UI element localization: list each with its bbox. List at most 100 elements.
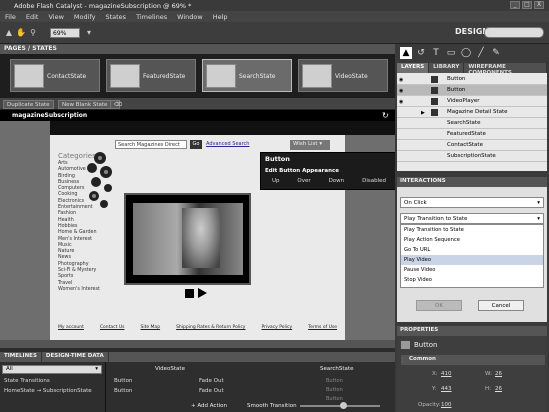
effect-item[interactable]: Fade Out bbox=[195, 377, 315, 387]
tab-timelines[interactable]: TIMELINES bbox=[0, 352, 42, 362]
pencil-tool-icon[interactable]: ✎ bbox=[490, 47, 502, 59]
transition-row[interactable]: HomeState → SubscriptionState bbox=[0, 387, 105, 397]
text-tool-icon[interactable]: T bbox=[430, 47, 442, 59]
footer-link[interactable]: Site Map bbox=[140, 325, 160, 335]
smooth-transition-button[interactable]: Smooth Transition bbox=[247, 403, 297, 409]
cancel-button[interactable]: Cancel bbox=[478, 300, 524, 311]
duplicate-state-button[interactable]: Duplicate State bbox=[3, 100, 54, 109]
eye-icon[interactable]: ◉ bbox=[399, 99, 403, 105]
tab-layers[interactable]: LAYERS bbox=[397, 63, 430, 73]
go-button[interactable]: Go bbox=[190, 140, 202, 149]
state-up-button[interactable]: Up bbox=[272, 178, 280, 188]
w-label: W: bbox=[485, 371, 492, 377]
rotate-tool-icon[interactable]: ↺ bbox=[415, 47, 427, 59]
menu-window[interactable]: Window bbox=[172, 11, 208, 22]
menu-file[interactable]: File bbox=[0, 11, 21, 22]
tab-wireframe-components[interactable]: WIREFRAME COMPONENTS bbox=[464, 63, 547, 76]
maximize-button[interactable]: □ bbox=[522, 1, 532, 9]
layer-row[interactable]: ◉ Button bbox=[397, 74, 547, 85]
state-disabled-button[interactable]: Disabled bbox=[362, 178, 386, 188]
action-option[interactable]: Play Action Sequence bbox=[401, 235, 543, 245]
close-button[interactable]: X bbox=[534, 1, 544, 9]
select-tool-icon[interactable]: ▲ bbox=[4, 28, 14, 38]
layer-row[interactable]: SearchState bbox=[397, 118, 547, 129]
play-button[interactable] bbox=[198, 288, 207, 298]
state-down-button[interactable]: Down bbox=[329, 178, 345, 188]
layer-row[interactable]: ContactState bbox=[397, 140, 547, 151]
expand-arrow-icon[interactable]: ▶ bbox=[421, 110, 425, 116]
add-action-button[interactable]: + Add Action bbox=[191, 403, 227, 409]
action-option[interactable]: Go To URL bbox=[401, 245, 543, 255]
state-over-button[interactable]: Over bbox=[297, 178, 310, 188]
page-header-bar bbox=[50, 121, 395, 135]
common-section-header[interactable]: Common bbox=[401, 355, 545, 365]
new-blank-state-button[interactable]: New Blank State bbox=[58, 100, 112, 109]
state-thumbnail bbox=[110, 64, 140, 88]
effect-item[interactable]: Fade Out bbox=[195, 387, 315, 397]
category-item[interactable]: Women's Interest bbox=[58, 287, 118, 293]
advanced-search-link[interactable]: Advanced Search bbox=[206, 141, 249, 147]
timeline-filter-dropdown[interactable]: All ▾ bbox=[2, 365, 102, 374]
footer-link[interactable]: Terms of Use bbox=[308, 325, 337, 335]
magazine-search-input[interactable]: Search Magazines Direct bbox=[115, 140, 187, 149]
button-states-row: Up Over Down Disabled bbox=[263, 178, 395, 188]
eye-icon[interactable]: ◉ bbox=[399, 77, 403, 83]
ellipse-tool-icon[interactable]: ◯ bbox=[460, 47, 472, 59]
help-search-input[interactable] bbox=[484, 27, 544, 38]
opacity-label: Opacity: bbox=[418, 402, 441, 408]
state-thumb-video[interactable]: VideoState bbox=[298, 59, 388, 92]
action-option[interactable]: Play Video bbox=[401, 255, 543, 265]
zoom-dropdown-icon[interactable]: ▾ bbox=[84, 28, 94, 38]
menu-states[interactable]: States bbox=[100, 11, 131, 22]
layer-row[interactable]: SubscriptionState bbox=[397, 151, 547, 162]
state-transitions-row[interactable]: State Transitions bbox=[0, 377, 105, 387]
refresh-icon[interactable]: ↻ bbox=[382, 111, 389, 120]
state-thumb-search[interactable]: SearchState bbox=[202, 59, 292, 92]
action-dropdown[interactable]: Play Transition to State ▾ bbox=[400, 213, 544, 224]
h-value[interactable]: 26 bbox=[495, 386, 502, 392]
tab-library[interactable]: LIBRARY bbox=[429, 63, 465, 73]
hand-tool-icon[interactable]: ✋ bbox=[16, 28, 26, 38]
menu-help[interactable]: Help bbox=[208, 11, 233, 22]
y-value[interactable]: 443 bbox=[441, 386, 452, 392]
layer-row[interactable]: ◉ Button bbox=[397, 85, 547, 96]
eye-icon[interactable]: ◉ bbox=[399, 88, 403, 94]
minimize-button[interactable]: _ bbox=[510, 1, 520, 9]
wish-list-button[interactable]: Wish List ▾ bbox=[290, 140, 330, 150]
footer-link[interactable]: Contact Us bbox=[100, 325, 125, 335]
rectangle-tool-icon[interactable]: ▭ bbox=[445, 47, 457, 59]
selection-tool-icon[interactable]: ▲ bbox=[400, 47, 412, 59]
timeline-item[interactable]: Button bbox=[110, 387, 190, 397]
footer-link[interactable]: My account bbox=[58, 325, 84, 335]
action-option[interactable]: Pause Video bbox=[401, 265, 543, 275]
line-tool-icon[interactable]: ╱ bbox=[475, 47, 487, 59]
ok-button[interactable]: OK bbox=[416, 300, 462, 311]
state-thumb-contact[interactable]: ContactState bbox=[10, 59, 100, 92]
menu-timelines[interactable]: Timelines bbox=[131, 11, 172, 22]
opacity-value[interactable]: 100 bbox=[441, 402, 452, 408]
action-option[interactable]: Play Transition to State bbox=[401, 225, 543, 235]
menu-modify[interactable]: Modify bbox=[69, 11, 101, 22]
zoom-level-field[interactable]: 69% bbox=[50, 28, 80, 38]
timeline-item[interactable]: Button bbox=[110, 377, 190, 387]
layer-row[interactable]: ◉ VideoPlayer bbox=[397, 96, 547, 107]
delete-state-icon[interactable]: ⌫ bbox=[110, 100, 122, 109]
state-thumb-featured[interactable]: FeaturedState bbox=[106, 59, 196, 92]
footer-link[interactable]: Privacy Policy bbox=[261, 325, 292, 335]
slider-handle[interactable] bbox=[340, 402, 347, 409]
footer-link[interactable]: Shipping Rates & Return Policy bbox=[176, 325, 245, 335]
menu-view[interactable]: View bbox=[43, 11, 68, 22]
stop-button[interactable] bbox=[185, 289, 194, 298]
action-option[interactable]: Stop Video bbox=[401, 275, 543, 285]
w-value[interactable]: 26 bbox=[495, 371, 502, 377]
x-value[interactable]: 410 bbox=[441, 371, 452, 377]
zoom-tool-icon[interactable]: ⚲ bbox=[28, 28, 38, 38]
layer-name: SubscriptionState bbox=[447, 153, 496, 159]
state-label: FeaturedState bbox=[143, 73, 186, 80]
menu-edit[interactable]: Edit bbox=[21, 11, 44, 22]
artboard-scrollbar[interactable] bbox=[0, 340, 395, 348]
layer-row[interactable]: ▶ Magazine Detail State bbox=[397, 107, 547, 118]
layer-row[interactable]: FeaturedState bbox=[397, 129, 547, 140]
trigger-dropdown[interactable]: On Click ▾ bbox=[400, 197, 544, 208]
tab-design-time-data[interactable]: DESIGN-TIME DATA bbox=[42, 352, 109, 362]
